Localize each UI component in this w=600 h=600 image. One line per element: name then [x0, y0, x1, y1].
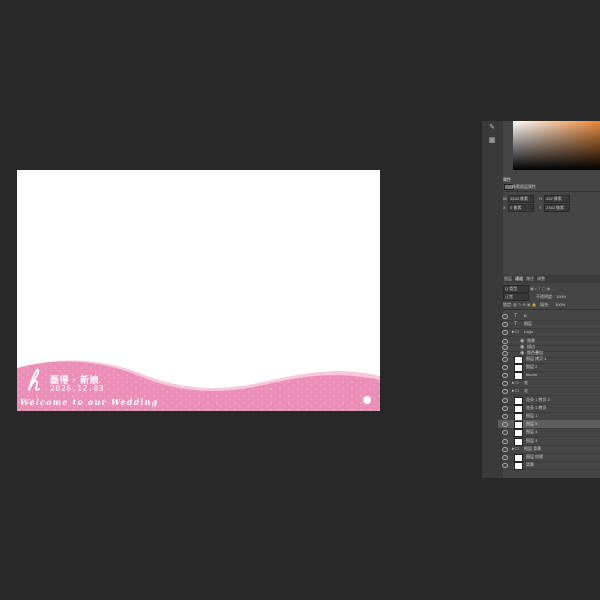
lock-icons[interactable]: ▦ ✎ ✥ ▣ 🔒: [513, 302, 537, 307]
eye-icon[interactable]: [502, 463, 508, 469]
text-layer-icon: T: [514, 313, 518, 319]
canvas-document[interactable]: 磊得 · 新娘 2026.12.03 Welcome to our Weddin…: [17, 170, 380, 411]
layer-row[interactable]: 背景: [498, 461, 600, 471]
eye-icon[interactable]: [502, 364, 508, 370]
eye-icon[interactable]: [502, 314, 508, 319]
eye-icon[interactable]: [502, 422, 508, 428]
layer-name: 图层 3: [526, 437, 538, 443]
filter-icons[interactable]: ▣ ◐ T ▢ ◉: [530, 286, 550, 291]
eye-icon[interactable]: [502, 373, 508, 378]
layer-name: 图层 2: [526, 363, 538, 369]
folder-icon[interactable]: ▸▭: [512, 328, 519, 336]
layer-name: 图层 拷贝 1: [526, 355, 547, 361]
layer-name: 背景: [526, 462, 534, 468]
layer-name: 花: [524, 380, 528, 386]
decor-dot: [363, 396, 371, 404]
wedding-date: 2026.12.03: [50, 384, 105, 393]
layer-name: 图层 1: [526, 413, 538, 418]
eye-icon[interactable]: [502, 446, 508, 452]
eye-icon[interactable]: [502, 389, 508, 395]
eye-icon[interactable]: [502, 414, 508, 419]
eye-icon[interactable]: [502, 397, 508, 403]
blend-mode-value: 正常: [505, 294, 513, 299]
script-h-logo-icon: [28, 368, 40, 391]
eye-icon[interactable]: [502, 356, 508, 362]
color-picker-field[interactable]: [513, 121, 600, 170]
welcome-tagline: Welcome to our Wedding: [20, 397, 159, 407]
folder-icon[interactable]: ▸▭: [512, 379, 519, 387]
layer-filter-label: Q 类型: [505, 286, 518, 291]
tab-channels[interactable]: 通道: [515, 276, 523, 281]
layer-name: Logo: [524, 329, 533, 335]
lock-label: 锁定:: [503, 302, 513, 307]
width-value: 3543 像素: [510, 196, 529, 201]
properties-doc-label: 像素图层属性: [512, 184, 536, 189]
tab-layers[interactable]: 图层: [504, 276, 512, 281]
eye-icon[interactable]: [502, 330, 508, 336]
eye-icon[interactable]: [502, 455, 508, 460]
fill-label: 填充:: [540, 302, 550, 307]
layer-name: 图层 4: [526, 429, 538, 435]
layer-thumbnail: [514, 462, 523, 471]
layer-name: 图层 背景: [524, 445, 542, 451]
eye-icon[interactable]: [502, 438, 508, 444]
layer-name: B: [524, 313, 527, 318]
height-value: 492 像素: [546, 196, 562, 201]
w-label: W: [503, 196, 507, 201]
h-label: H: [539, 196, 542, 201]
fill-value[interactable]: 100%: [555, 302, 565, 307]
eye-icon[interactable]: [502, 405, 508, 411]
text-layer-icon: T: [514, 321, 518, 328]
eye-icon[interactable]: [502, 430, 508, 436]
color-panel-icon[interactable]: ✎: [487, 124, 497, 132]
layer-name: 图层 5: [526, 421, 538, 427]
folder-icon[interactable]: ▸▭: [512, 445, 519, 453]
y-label: Y: [539, 205, 542, 210]
folder-icon[interactable]: ▸▭: [512, 387, 519, 395]
layer-name: 图层 纹理: [526, 454, 544, 459]
x-label: X: [503, 205, 506, 210]
opacity-label: 不透明度:: [536, 294, 554, 299]
swatches-panel-icon[interactable]: ▦: [487, 137, 497, 145]
layer-name: 图层: [524, 321, 532, 327]
y-value: 2362 像素: [546, 205, 565, 210]
layer-name: 花: [524, 388, 528, 394]
x-value: 0 像素: [510, 205, 522, 210]
tab-adjustments[interactable]: 调整: [537, 276, 545, 281]
eye-icon[interactable]: [502, 322, 508, 328]
properties-title: 属性: [503, 177, 511, 182]
layer-name: 花朵 1 拷贝: [526, 404, 547, 410]
opacity-value[interactable]: 100%: [556, 294, 566, 299]
layer-name: bloom: [526, 372, 537, 377]
layer-name: 花朵 1 拷贝 2: [526, 396, 550, 402]
tab-paths[interactable]: 路径: [526, 276, 534, 281]
eye-icon[interactable]: [502, 381, 508, 387]
